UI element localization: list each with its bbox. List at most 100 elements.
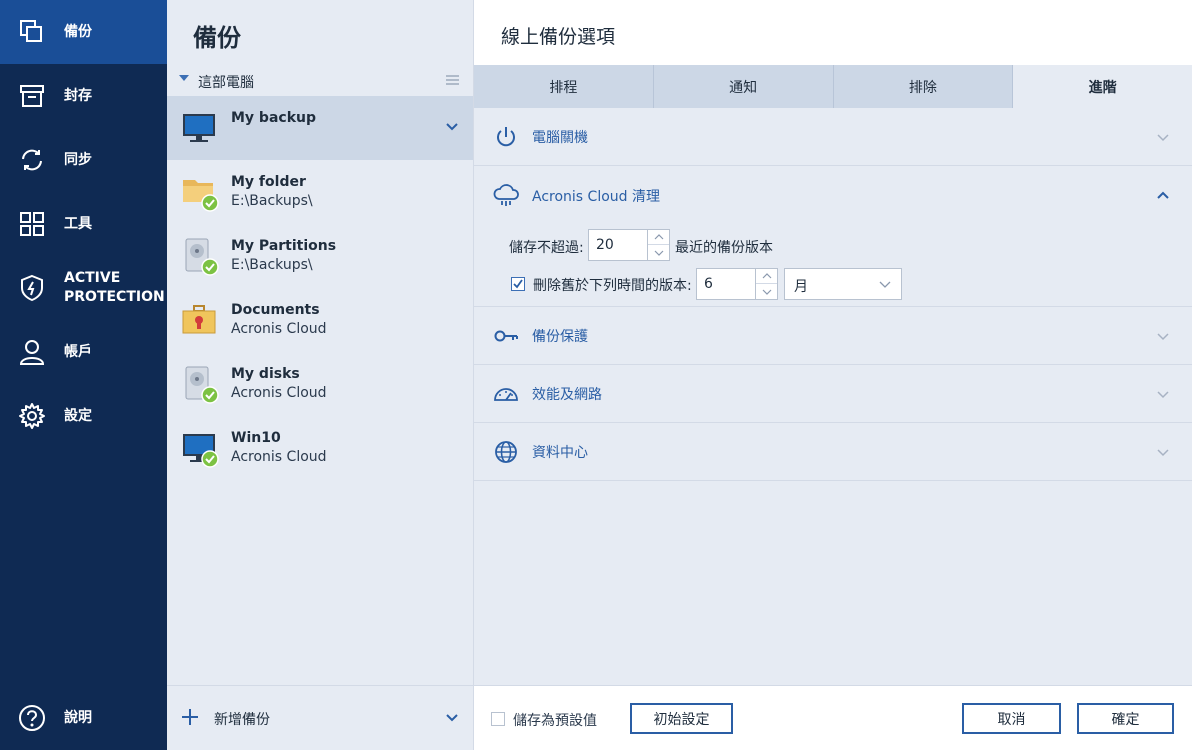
keep-versions-stepper[interactable]: 20 xyxy=(588,229,670,261)
nav-archive-label: 封存 xyxy=(64,87,92,104)
stepper-down-button[interactable] xyxy=(756,284,777,299)
keep-versions-suffix: 最近的備份版本 xyxy=(675,240,773,256)
key-icon xyxy=(494,330,518,342)
keep-versions-label: 儲存不超過: xyxy=(509,240,584,256)
backup-item-my-partitions[interactable]: My Partitions E:\Backups\ xyxy=(167,224,473,288)
main-sidebar: 備份 封存 同步 工具 ACTIVE PROTECTION 帳戶 設定 說明 xyxy=(0,0,167,750)
section-cloud-cleanup[interactable]: Acronis Cloud 清理 xyxy=(474,167,1192,225)
cloud-cleanup-icon xyxy=(493,184,519,206)
list-title: 備份 xyxy=(193,24,241,52)
shield-icon xyxy=(18,274,46,302)
section-label: 電腦關機 xyxy=(532,130,588,146)
nav-help-label: 說明 xyxy=(64,709,92,726)
chevron-down-icon[interactable] xyxy=(445,120,459,134)
sync-icon xyxy=(18,146,46,174)
section-label: Acronis Cloud 清理 xyxy=(532,189,660,205)
folder-icon xyxy=(183,180,219,212)
backup-item-my-folder[interactable]: My folder E:\Backups\ xyxy=(167,160,473,224)
tab-notifications[interactable]: 通知 xyxy=(653,65,834,108)
nav-active-protection-label: ACTIVE PROTECTION xyxy=(64,270,165,305)
tab-schedule[interactable]: 排程 xyxy=(474,65,654,108)
backup-name: Win10 xyxy=(231,430,281,446)
backup-list-panel: 備份 這部電腦 My backup My folder E:\Backups\ … xyxy=(167,0,474,750)
disk-icon xyxy=(185,238,219,276)
section-backup-protection[interactable]: 備份保護 xyxy=(474,307,1192,365)
chevron-down-icon[interactable] xyxy=(445,711,459,725)
chevron-down-icon xyxy=(1157,134,1169,142)
nav-settings[interactable]: 設定 xyxy=(0,384,167,448)
user-icon xyxy=(18,338,46,366)
backup-item-my-disks[interactable]: My disks Acronis Cloud xyxy=(167,352,473,416)
cancel-button[interactable]: 取消 xyxy=(962,703,1061,734)
globe-icon xyxy=(495,441,517,463)
group-label: 這部電腦 xyxy=(198,75,254,91)
nav-archive[interactable]: 封存 xyxy=(0,64,167,128)
stepper-up-button[interactable] xyxy=(648,230,669,245)
nav-help[interactable]: 說明 xyxy=(0,686,167,750)
save-as-default-checkbox[interactable] xyxy=(491,712,505,726)
save-as-default-label: 儲存為預設值 xyxy=(513,713,597,729)
options-title: 線上備份選項 xyxy=(501,26,616,48)
ok-button[interactable]: 確定 xyxy=(1077,703,1174,734)
copy-icon xyxy=(18,18,46,46)
backup-name: My disks xyxy=(231,366,300,382)
menu-icon[interactable] xyxy=(446,75,459,85)
section-data-center[interactable]: 資料中心 xyxy=(474,423,1192,481)
backup-name: My Partitions xyxy=(231,238,337,254)
tab-advanced[interactable]: 進階 xyxy=(1013,65,1192,108)
section-performance-network[interactable]: 效能及網路 xyxy=(474,365,1192,423)
monitor-icon xyxy=(183,114,215,142)
chevron-down-icon xyxy=(1157,333,1169,341)
time-unit-value: 月 xyxy=(794,279,808,295)
nav-account-label: 帳戶 xyxy=(64,343,92,360)
delete-older-stepper[interactable]: 6 xyxy=(696,268,778,300)
nav-backup[interactable]: 備份 xyxy=(0,0,167,64)
options-footer: 儲存為預設值 初始設定 取消 確定 xyxy=(474,685,1192,750)
backup-item-my-backup[interactable]: My backup xyxy=(167,96,473,160)
chevron-up-icon xyxy=(1157,191,1169,199)
backup-item-documents[interactable]: Documents Acronis Cloud xyxy=(167,288,473,352)
nav-active-protection[interactable]: ACTIVE PROTECTION xyxy=(0,256,167,320)
briefcase-icon xyxy=(182,305,216,334)
delete-older-checkbox[interactable] xyxy=(511,277,525,291)
section-label: 備份保護 xyxy=(532,329,588,345)
backup-destination: Acronis Cloud xyxy=(231,385,327,401)
nav-sync-label: 同步 xyxy=(64,151,92,168)
nav-tools-label: 工具 xyxy=(64,215,92,232)
tab-exclusions[interactable]: 排除 xyxy=(833,65,1014,108)
archive-icon xyxy=(18,82,46,110)
time-unit-select[interactable]: 月 xyxy=(784,268,902,300)
keep-versions-value: 20 xyxy=(596,237,614,253)
checkmark-icon xyxy=(513,279,523,289)
power-icon xyxy=(497,127,515,147)
nav-tools[interactable]: 工具 xyxy=(0,192,167,256)
add-backup-button[interactable]: 新增備份 xyxy=(167,685,473,750)
caret-down-icon xyxy=(179,75,189,81)
backup-destination: Acronis Cloud xyxy=(231,321,327,337)
backup-item-win10[interactable]: Win10 Acronis Cloud xyxy=(167,416,473,480)
disk-icon xyxy=(185,366,219,404)
options-tabs: 排程 通知 排除 進階 xyxy=(474,65,1192,108)
reset-button[interactable]: 初始設定 xyxy=(630,703,733,734)
gear-icon xyxy=(18,402,46,430)
options-panel: 線上備份選項 排程 通知 排除 進階 電腦關機 Acronis Cloud 清理… xyxy=(474,0,1192,750)
nav-settings-label: 設定 xyxy=(64,407,92,424)
group-this-computer[interactable]: 這部電腦 xyxy=(167,66,473,96)
stepper-up-button[interactable] xyxy=(756,269,777,284)
nav-sync[interactable]: 同步 xyxy=(0,128,167,192)
monitor-icon xyxy=(183,434,219,468)
delete-older-value: 6 xyxy=(704,276,713,292)
backup-destination: E:\Backups\ xyxy=(231,257,313,273)
nav-backup-label: 備份 xyxy=(64,23,92,40)
nav-account[interactable]: 帳戶 xyxy=(0,320,167,384)
section-computer-shutdown[interactable]: 電腦關機 xyxy=(474,108,1192,166)
chevron-down-icon xyxy=(1157,391,1169,399)
options-header: 線上備份選項 xyxy=(474,0,1192,65)
delete-older-label: 刪除舊於下列時間的版本: xyxy=(533,278,692,294)
backup-destination: E:\Backups\ xyxy=(231,193,313,209)
options-body: 電腦關機 Acronis Cloud 清理 儲存不超過: 20 最近的備份版本 … xyxy=(474,108,1192,685)
tools-grid-icon xyxy=(18,210,46,238)
chevron-down-icon xyxy=(1157,449,1169,457)
stepper-down-button[interactable] xyxy=(648,245,669,260)
add-backup-label: 新增備份 xyxy=(214,712,270,728)
